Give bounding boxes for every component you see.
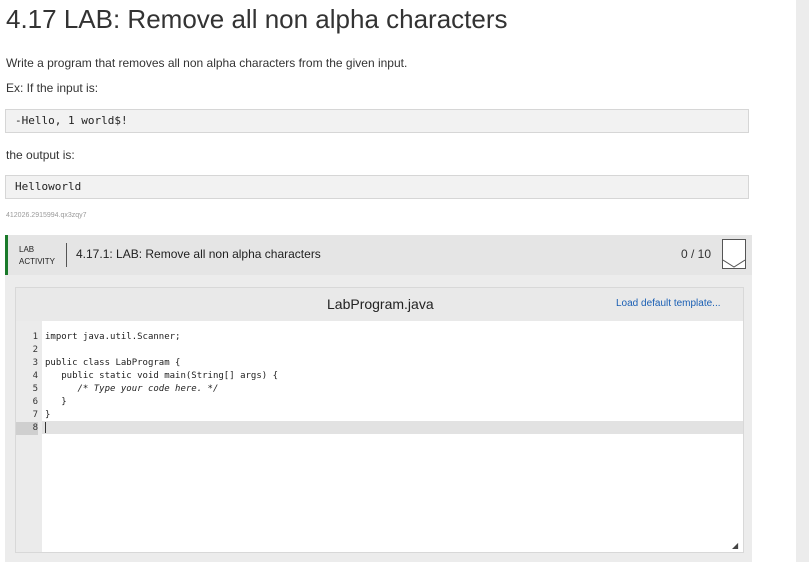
example-input-box: -Hello, 1 world$! — [5, 109, 749, 133]
code-editor: LabProgram.java Load default template...… — [15, 287, 744, 553]
code-text-area[interactable]: import java.util.Scanner; public class L… — [42, 321, 743, 552]
lab-score: 0 / 10 — [681, 247, 712, 261]
lab-tag-line1: LAB — [19, 245, 35, 254]
line-number: 1 — [32, 332, 38, 342]
resize-handle-icon[interactable]: ◢ — [732, 541, 738, 550]
score-badge-icon — [722, 239, 746, 269]
line-number: 7 — [32, 410, 38, 420]
line-number: 4 — [32, 371, 38, 381]
editor-toolbar: LabProgram.java Load default template... — [16, 288, 743, 321]
code-line: public static void main(String[] args) { — [45, 371, 278, 381]
output-intro: the output is: — [6, 148, 75, 162]
line-number-gutter: 1 2 3 4 5 6 7 8 — [16, 321, 42, 552]
lab-title: 4.17.1: LAB: Remove all non alpha charac… — [76, 247, 321, 261]
problem-description: Write a program that removes all non alp… — [6, 56, 408, 70]
lab-tag-line2: ACTIVITY — [19, 257, 56, 266]
lab-header-divider — [66, 243, 67, 267]
code-line: /* Type your code here. */ — [45, 384, 219, 394]
line-number: 5 — [32, 384, 38, 394]
code-line: public class LabProgram { — [45, 358, 181, 368]
lab-accent-bar — [5, 235, 8, 275]
line-number: 8 — [16, 422, 38, 435]
text-cursor — [45, 422, 46, 433]
lab-activity-tag: LAB ACTIVITY — [19, 244, 55, 268]
code-line: } — [45, 397, 67, 407]
code-line: import java.util.Scanner; — [45, 332, 181, 342]
line-number: 2 — [32, 345, 38, 355]
lab-activity-header: LAB ACTIVITY 4.17.1: LAB: Remove all non… — [5, 235, 752, 275]
example-output-box: Helloworld — [5, 175, 749, 199]
line-number: 3 — [32, 358, 38, 368]
activity-id: 412026.2915994.qx3zqy7 — [6, 212, 87, 219]
example-intro: Ex: If the input is: — [6, 81, 99, 95]
load-default-template-link[interactable]: Load default template... — [616, 298, 721, 309]
file-name: LabProgram.java — [327, 296, 434, 312]
line-number: 6 — [32, 397, 38, 407]
page-title: 4.17 LAB: Remove all non alpha character… — [6, 4, 508, 34]
code-line: } — [45, 410, 51, 420]
window-edge — [796, 0, 809, 562]
